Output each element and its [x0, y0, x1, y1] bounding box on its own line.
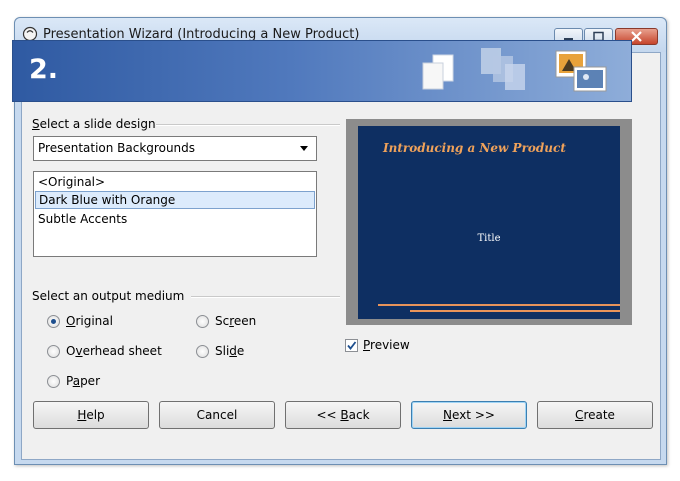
- slide-accent-line-bottom: [410, 310, 620, 312]
- slide-preview-title: Introducing a New Product: [383, 141, 566, 155]
- back-button[interactable]: << Back: [285, 401, 401, 429]
- design-item-dark-blue-with-orange[interactable]: Dark Blue with Orange: [35, 191, 315, 209]
- slide-preview-frame: Introducing a New Product Title: [346, 119, 632, 325]
- wizard-banner: 2.: [12, 40, 632, 102]
- output-group-label: Select an output medium: [32, 289, 185, 303]
- next-button[interactable]: Next >>: [411, 401, 527, 429]
- slide-preview-subtitle: Title: [477, 233, 501, 244]
- radio-overhead-sheet-label[interactable]: Overhead sheet: [66, 344, 162, 358]
- radio-overhead-sheet[interactable]: [47, 345, 60, 358]
- design-item-subtle-accents[interactable]: Subtle Accents: [35, 210, 315, 228]
- step-number: 2.: [29, 54, 59, 85]
- radio-selected-dot: [51, 319, 56, 324]
- design-item-original[interactable]: <Original>: [35, 173, 315, 191]
- slide-preview: Introducing a New Product Title: [358, 126, 620, 319]
- help-button[interactable]: Help: [33, 401, 149, 429]
- output-group-line: [191, 296, 340, 298]
- radio-paper-label[interactable]: Paper: [66, 374, 100, 388]
- radio-slide-label[interactable]: Slide: [215, 344, 244, 358]
- radio-screen[interactable]: [196, 315, 209, 328]
- cancel-button[interactable]: Cancel: [159, 401, 275, 429]
- preview-checkbox[interactable]: [345, 339, 358, 352]
- faded-documents-icon: [481, 48, 525, 90]
- slide-accent-line-top: [378, 304, 620, 306]
- create-button[interactable]: Create: [537, 401, 653, 429]
- documents-icon: [422, 54, 454, 90]
- checkmark-icon: [347, 341, 357, 350]
- design-group-label: Select a slide design: [32, 117, 156, 131]
- radio-slide[interactable]: [196, 345, 209, 358]
- radio-screen-label[interactable]: Screen: [215, 314, 256, 328]
- radio-paper[interactable]: [47, 375, 60, 388]
- radio-original[interactable]: [47, 315, 60, 328]
- design-listbox[interactable]: <Original> Dark Blue with Orange Subtle …: [33, 171, 317, 257]
- design-category-dropdown[interactable]: Presentation Backgrounds: [33, 136, 317, 161]
- preview-checkbox-label[interactable]: Preview: [363, 338, 410, 352]
- chevron-down-icon[interactable]: [300, 146, 308, 151]
- design-group-line: [155, 124, 340, 126]
- design-category-value: Presentation Backgrounds: [38, 141, 196, 155]
- slide-images-icon: [555, 50, 607, 92]
- radio-original-label[interactable]: Original: [66, 314, 113, 328]
